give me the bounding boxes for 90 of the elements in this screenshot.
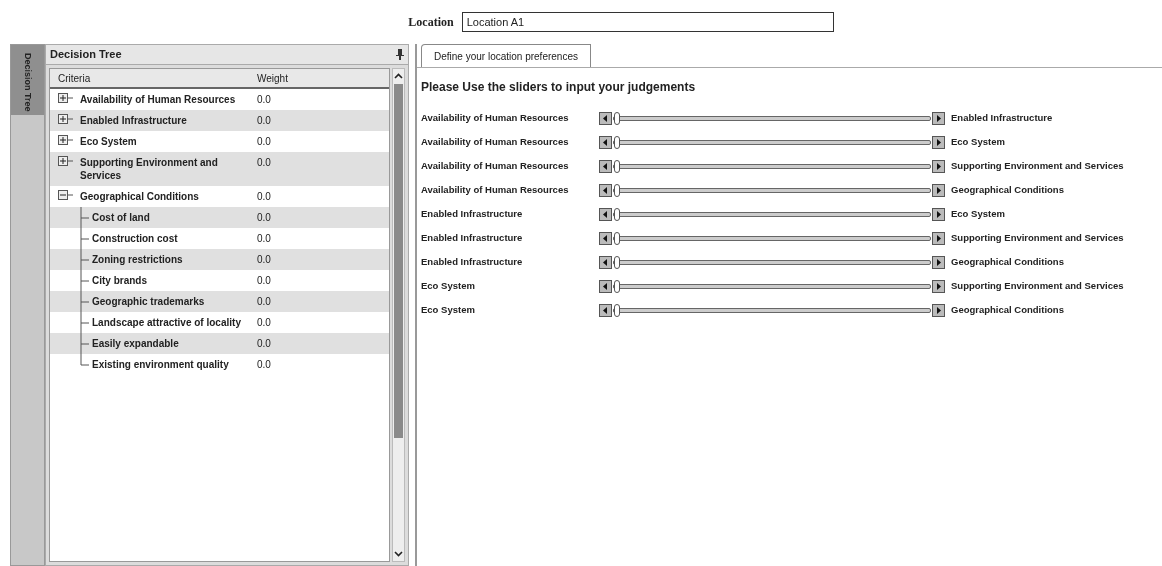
weight-cell-text: 0.0 (256, 358, 271, 372)
weight-cell-text: 0.0 (256, 232, 271, 246)
slider-thumb[interactable] (614, 279, 620, 293)
right-arrow-button[interactable] (932, 159, 945, 173)
left-arrow-button[interactable] (599, 183, 612, 197)
criterion-label: Supporting Environment and Services (951, 230, 1124, 245)
criterion-name[interactable]: Landscape attractive of locality (90, 312, 241, 333)
weight-cell-text: 0.0 (256, 135, 271, 149)
criterion-label: Geographical Conditions (951, 182, 1064, 197)
criterion-label: Enabled Infrastructure (421, 206, 524, 221)
scroll-thumb[interactable] (394, 84, 403, 438)
slider-thumb[interactable] (614, 183, 620, 197)
criterion-label: Supporting Environment and Services (951, 158, 1124, 173)
weight-cell-text: 0.0 (256, 316, 271, 330)
column-header[interactable]: Weight (255, 70, 288, 86)
instructions-heading: Please Use the sliders to input your judgements (421, 79, 697, 96)
panel-title: Decision Tree (50, 47, 122, 63)
left-arrow-button[interactable] (599, 111, 612, 125)
right-arrow-button[interactable] (932, 135, 945, 149)
right-arrow-button[interactable] (932, 111, 945, 125)
criterion-name[interactable]: Zoning restrictions (90, 249, 183, 270)
criterion-name[interactable]: Enabled Infrastructure (78, 110, 187, 131)
criterion-label: Geographical Conditions (951, 254, 1064, 269)
left-arrow-button[interactable] (599, 159, 612, 173)
criterion-name[interactable]: Availability of Human Resources (78, 89, 236, 110)
right-arrow-button[interactable] (932, 303, 945, 317)
scroll-down-icon[interactable] (394, 549, 403, 558)
tab[interactable]: Define your location preferences (421, 44, 591, 67)
weight-cell-text: 0.0 (256, 295, 271, 309)
criterion-name[interactable]: Eco System (78, 131, 137, 152)
criterion-label: Availability of Human Resources (421, 134, 570, 149)
criterion-name[interactable]: Geographic trademarks (90, 291, 205, 312)
criterion-label: Enabled Infrastructure (421, 230, 524, 245)
tree-connector (80, 249, 90, 270)
criterion-name[interactable]: Geographical Conditions (78, 186, 199, 207)
right-arrow-button[interactable] (932, 207, 945, 221)
left-arrow-button[interactable] (599, 279, 612, 293)
criterion-name[interactable]: Supporting Environment and Services (78, 152, 218, 186)
slider-thumb[interactable] (614, 207, 620, 221)
tree-connector (80, 270, 90, 291)
tree-connector (80, 228, 90, 249)
weight-cell-text: 0.0 (256, 211, 271, 225)
location-label: Location (408, 14, 454, 31)
criterion-label: Enabled Infrastructure (421, 254, 524, 269)
criterion-label: Eco System (421, 278, 476, 293)
slider-thumb[interactable] (614, 159, 620, 173)
tree-connector (80, 291, 90, 312)
scroll-up-icon[interactable] (394, 72, 403, 81)
criterion-label: Availability of Human Resources (421, 110, 570, 125)
side-tab[interactable]: Decision Tree (11, 45, 44, 115)
weight-cell-text: 0.0 (256, 190, 271, 204)
criterion-label: Eco System (421, 302, 476, 317)
slider-thumb[interactable] (614, 231, 620, 245)
weight-cell-text: 0.0 (256, 93, 271, 107)
criterion-label: Availability of Human Resources (421, 182, 570, 197)
criterion-label: Enabled Infrastructure (951, 110, 1053, 125)
left-arrow-button[interactable] (599, 255, 612, 269)
slider-thumb[interactable] (614, 135, 620, 149)
right-arrow-button[interactable] (932, 231, 945, 245)
right-arrow-button[interactable] (932, 279, 945, 293)
criterion-name[interactable]: Cost of land (90, 207, 150, 228)
criterion-name[interactable]: Existing environment quality (90, 354, 229, 375)
criterion-label: Availability of Human Resources (421, 158, 570, 173)
criterion-name[interactable]: City brands (90, 270, 147, 291)
criterion-label: Supporting Environment and Services (951, 278, 1124, 293)
tree-connector (80, 207, 90, 228)
slider-thumb[interactable] (614, 111, 620, 125)
scrollbar[interactable] (392, 68, 405, 562)
pin-icon[interactable] (396, 49, 404, 60)
weight-cell-text: 0.0 (256, 156, 271, 170)
weight-cell-text: 0.0 (256, 337, 271, 351)
criterion-label: Eco System (951, 134, 1005, 149)
left-arrow-button[interactable] (599, 207, 612, 221)
location-field[interactable]: Location A1 (461, 12, 834, 32)
right-arrow-button[interactable] (932, 183, 945, 197)
criterion-name[interactable]: Easily expandable (90, 333, 179, 354)
criterion-name[interactable]: Construction cost (90, 228, 178, 249)
left-arrow-button[interactable] (599, 135, 612, 149)
tree-connector (80, 312, 90, 333)
column-header[interactable]: Criteria (50, 70, 255, 86)
right-arrow-button[interactable] (932, 255, 945, 269)
criterion-label: Eco System (951, 206, 1005, 221)
weight-cell-text: 0.0 (256, 274, 271, 288)
left-arrow-button[interactable] (599, 231, 612, 245)
slider-thumb[interactable] (614, 255, 620, 269)
left-arrow-button[interactable] (599, 303, 612, 317)
weight-cell-text: 0.0 (256, 253, 271, 267)
criterion-label: Geographical Conditions (951, 302, 1064, 317)
weight-cell-text: 0.0 (256, 114, 271, 128)
slider-thumb[interactable] (614, 303, 620, 317)
